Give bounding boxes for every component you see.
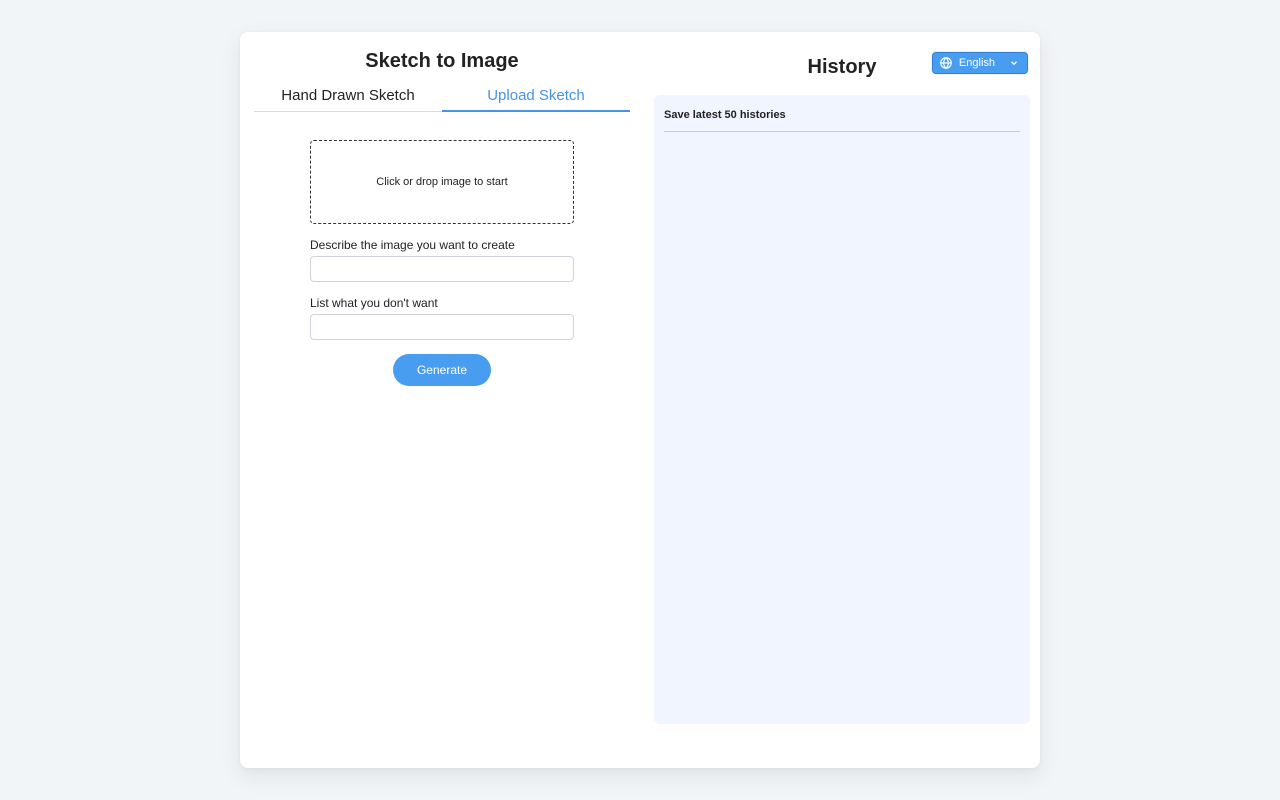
page-title-left: Sketch to Image (365, 50, 518, 73)
upload-dropzone[interactable]: Click or drop image to start (310, 140, 574, 224)
describe-label: Describe the image you want to create (310, 238, 574, 252)
history-panel: Save latest 50 histories (654, 95, 1030, 724)
right-pane: English History Save latest 50 histories (644, 32, 1040, 768)
app-card: Sketch to Image Hand Drawn Sketch Upload… (240, 32, 1040, 768)
left-pane: Sketch to Image Hand Drawn Sketch Upload… (240, 32, 644, 768)
describe-input[interactable] (310, 256, 574, 282)
chevron-down-icon (1009, 58, 1019, 68)
page-title-right: History (808, 56, 877, 79)
dropzone-text: Click or drop image to start (376, 176, 507, 188)
tab-hand-drawn-sketch[interactable]: Hand Drawn Sketch (254, 83, 442, 112)
generate-button[interactable]: Generate (393, 354, 491, 386)
history-note: Save latest 50 histories (664, 109, 1020, 132)
tabs: Hand Drawn Sketch Upload Sketch (254, 83, 630, 112)
language-label: English (959, 57, 995, 69)
negative-label: List what you don't want (310, 296, 574, 310)
globe-icon (939, 56, 953, 70)
tab-upload-sketch[interactable]: Upload Sketch (442, 83, 630, 112)
language-selector[interactable]: English (932, 52, 1028, 74)
negative-input[interactable] (310, 314, 574, 340)
form-area: Click or drop image to start Describe th… (310, 140, 574, 386)
